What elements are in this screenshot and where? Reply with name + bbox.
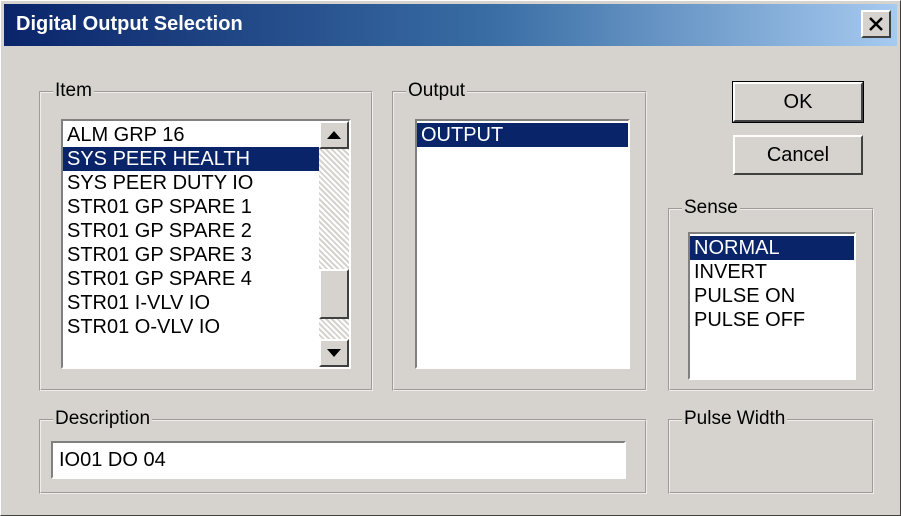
item-list-option[interactable]: STR01 GP SPARE 1 <box>63 195 319 219</box>
item-list-option[interactable]: STR01 GP SPARE 3 <box>63 243 319 267</box>
scroll-thumb[interactable] <box>319 269 349 319</box>
sense-group-label: Sense <box>682 197 740 219</box>
item-list-option[interactable]: ALM GRP 16 <box>63 123 319 147</box>
sense-list-option[interactable]: INVERT <box>690 260 854 284</box>
description-field[interactable]: IO01 DO 04 <box>51 441 626 479</box>
ok-button[interactable]: OK <box>732 81 864 123</box>
pulse-width-group: Pulse Width <box>668 408 874 494</box>
item-listbox[interactable]: ALM GRP 16 SYS PEER HEALTH SYS PEER DUTY I… <box>61 119 351 369</box>
output-list: OUTPUT <box>417 123 628 147</box>
item-list-option[interactable]: STR01 I-VLV IO <box>63 291 319 315</box>
item-list: ALM GRP 16 SYS PEER HEALTH SYS PEER DUTY I… <box>63 123 319 339</box>
output-list-option[interactable]: OUTPUT <box>417 123 628 147</box>
close-icon <box>869 17 883 31</box>
sense-list: NORMAL INVERT PULSE ON PULSE OFF <box>690 236 854 332</box>
scroll-up-arrow-icon <box>327 131 341 139</box>
item-group: Item ALM GRP 16 SYS PEER HEALTH SYS PEER D… <box>39 80 373 391</box>
sense-group: Sense NORMAL INVERT PULSE ON PULSE OFF <box>668 197 874 391</box>
item-scrollbar[interactable] <box>319 121 349 367</box>
output-group: Output OUTPUT <box>392 80 647 391</box>
dialog-window: Digital Output Selection Item ALM GRP 16… <box>0 0 901 516</box>
item-list-option[interactable]: STR01 O-VLV IO <box>63 315 319 339</box>
cancel-button[interactable]: Cancel <box>733 135 863 175</box>
sense-list-option[interactable]: PULSE OFF <box>690 308 854 332</box>
output-group-label: Output <box>406 80 468 102</box>
sense-list-option[interactable]: PULSE ON <box>690 284 854 308</box>
item-list-option[interactable]: STR01 GP SPARE 4 <box>63 267 319 291</box>
item-list-option[interactable]: SYS PEER DUTY IO <box>63 171 319 195</box>
close-button[interactable] <box>861 10 891 38</box>
item-list-option[interactable]: STR01 GP SPARE 2 <box>63 219 319 243</box>
window-title: Digital Output Selection <box>16 13 243 35</box>
sense-list-option[interactable]: NORMAL <box>690 236 854 260</box>
scroll-up-button[interactable] <box>319 121 349 149</box>
scroll-down-button[interactable] <box>319 339 349 367</box>
pulse-width-group-label: Pulse Width <box>682 408 788 430</box>
description-group-label: Description <box>53 408 153 430</box>
description-group: Description IO01 DO 04 <box>39 408 647 494</box>
item-group-label: Item <box>53 80 94 102</box>
scroll-down-arrow-icon <box>327 349 341 357</box>
title-bar[interactable]: Digital Output Selection <box>4 4 897 46</box>
sense-listbox[interactable]: NORMAL INVERT PULSE ON PULSE OFF <box>688 232 856 380</box>
output-listbox[interactable]: OUTPUT <box>415 119 630 369</box>
item-list-option[interactable]: SYS PEER HEALTH <box>63 147 319 171</box>
